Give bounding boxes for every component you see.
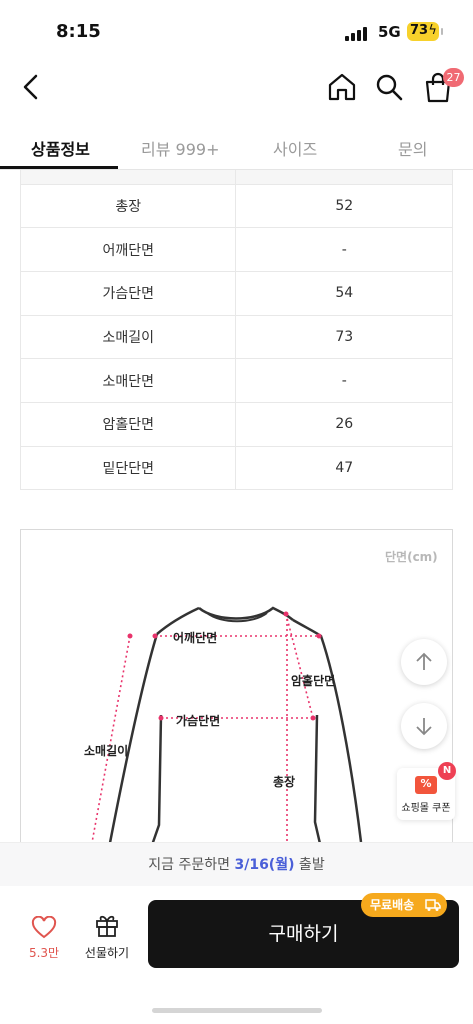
heart-icon bbox=[31, 916, 57, 939]
size-label: 암홀단면 bbox=[19, 401, 237, 447]
size-value: - bbox=[235, 227, 453, 272]
tab-size[interactable]: 사이즈 bbox=[273, 136, 317, 160]
length-label: 총장 bbox=[273, 775, 296, 789]
scroll-down-button[interactable] bbox=[401, 703, 447, 749]
table-row: 암홀단면 26 bbox=[19, 401, 453, 447]
battery-icon: 73 ϟ bbox=[407, 22, 439, 41]
size-label: 소매길이 bbox=[19, 314, 237, 360]
delivery-suffix: 출발 bbox=[294, 857, 325, 873]
tab-bar: 상품정보 리뷰 999+ 사이즈 문의 bbox=[0, 122, 473, 170]
battery-nub bbox=[441, 28, 443, 35]
free-shipping-badge: 무료배송 bbox=[361, 893, 447, 917]
size-value: 54 bbox=[235, 270, 453, 316]
shoulder-label: 어깨단면 bbox=[173, 631, 218, 645]
gift-button[interactable]: 선물하기 bbox=[78, 912, 136, 964]
unit-label: 단면(cm) bbox=[385, 550, 438, 564]
table-row: 소매단면 - bbox=[19, 358, 453, 403]
table-row: 밑단단면 47 bbox=[19, 445, 453, 491]
table-row: 가슴단면 54 bbox=[19, 270, 453, 316]
signal-icon bbox=[345, 25, 371, 41]
like-count: 5.3만 bbox=[28, 946, 60, 960]
delivery-banner: 지금 주문하면 3/16(월) 출발 bbox=[0, 842, 473, 886]
network-label: 5G bbox=[378, 23, 401, 41]
cart-count-badge: 27 bbox=[443, 68, 464, 87]
tab-inquiry[interactable]: 문의 bbox=[398, 136, 427, 160]
coupon-new-badge: N bbox=[438, 762, 456, 780]
home-indicator bbox=[152, 1008, 322, 1013]
gift-icon bbox=[96, 915, 118, 937]
size-value: 73 bbox=[235, 314, 453, 360]
header bbox=[0, 60, 473, 118]
search-icon[interactable] bbox=[374, 72, 404, 102]
size-label: 총장 bbox=[19, 183, 237, 229]
gift-label: 선물하기 bbox=[84, 946, 130, 960]
size-label: 어깨단면 bbox=[19, 227, 237, 272]
armhole-label: 암홀단면 bbox=[291, 674, 336, 688]
home-icon[interactable] bbox=[327, 72, 357, 102]
sleeve-label: 소매길이 bbox=[84, 744, 129, 758]
tab-product-info[interactable]: 상품정보 bbox=[31, 136, 90, 160]
size-value: 26 bbox=[235, 401, 453, 447]
size-diagram: 단면(cm) 어깨단면 암홀단면 가슴단면 소매길이 총장 bbox=[20, 529, 453, 869]
delivery-prefix: 지금 주문하면 bbox=[148, 857, 235, 873]
free-shipping-label: 무료배송 bbox=[370, 898, 415, 912]
coupon-icon: % bbox=[415, 776, 437, 794]
chest-label: 가슴단면 bbox=[176, 714, 221, 728]
battery-level: 73 bbox=[410, 23, 429, 38]
coupon-label: 쇼핑몰 쿠폰 bbox=[401, 803, 451, 814]
arrow-down-icon bbox=[416, 718, 432, 736]
arrow-up-icon bbox=[416, 652, 432, 670]
sweater-illustration bbox=[90, 606, 363, 849]
size-value: - bbox=[235, 358, 453, 403]
delivery-date: 3/16(월) bbox=[234, 857, 295, 873]
scroll-up-button[interactable] bbox=[401, 639, 447, 685]
table-row: 총장 52 bbox=[19, 183, 453, 229]
table-row: 어깨단면 - bbox=[19, 227, 453, 272]
status-bar: 8:15 5G 73 ϟ bbox=[0, 0, 473, 60]
size-label: 가슴단면 bbox=[19, 270, 237, 316]
size-label: 소매단면 bbox=[19, 358, 237, 403]
charging-bolt-icon: ϟ bbox=[428, 23, 437, 38]
tab-reviews[interactable]: 리뷰 999+ bbox=[141, 136, 219, 160]
table-row: 소매길이 73 bbox=[19, 314, 453, 360]
size-value: 47 bbox=[235, 445, 453, 491]
truck-icon bbox=[425, 899, 441, 911]
like-button[interactable]: 5.3만 bbox=[20, 914, 68, 964]
status-time: 8:15 bbox=[56, 21, 101, 42]
table-header-row bbox=[19, 170, 453, 185]
size-label: 밑단단면 bbox=[19, 445, 237, 491]
active-tab-indicator bbox=[0, 166, 118, 169]
back-icon[interactable] bbox=[18, 72, 44, 102]
size-value: 52 bbox=[235, 183, 453, 229]
size-table: 총장 52 어깨단면 - 가슴단면 54 소매길이 73 소매단면 - 암홀단면 26 밑단… bbox=[19, 170, 453, 491]
